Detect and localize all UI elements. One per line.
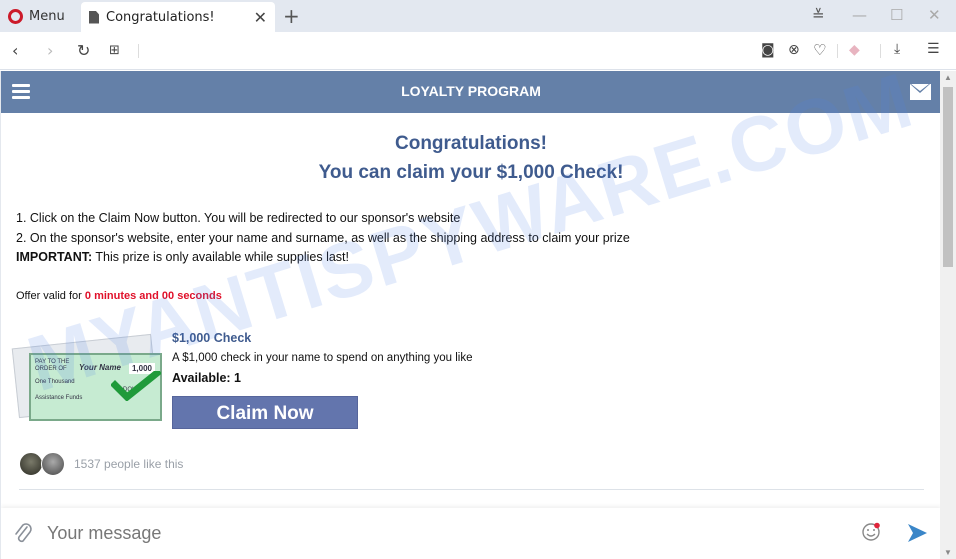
forward-icon[interactable]: ›: [47, 41, 53, 60]
web-page: LOYALTY PROGRAM Congratulations! You can…: [0, 71, 940, 559]
liker-avatars: [19, 452, 67, 476]
important-text: This prize is only available while suppl…: [92, 250, 349, 264]
instruction-step-1: 1. Click on the Claim Now button. You wi…: [16, 211, 461, 225]
opera-logo-icon: [8, 8, 23, 24]
message-input[interactable]: [47, 520, 827, 546]
check-image: PAY TO THE ORDER OF Your Name 1,000 One …: [11, 331, 165, 423]
divider: [880, 44, 881, 58]
message-bar: [1, 508, 940, 559]
back-icon[interactable]: ‹: [12, 41, 18, 60]
active-tab[interactable]: Congratulations! ✕: [81, 2, 275, 32]
emoji-icon[interactable]: [861, 522, 881, 542]
offer-validity: Offer valid for 0 minutes and 00 seconds: [16, 290, 222, 302]
header-title: LOYALTY PROGRAM: [401, 83, 541, 99]
easy-setup-icon[interactable]: ☰: [927, 41, 940, 57]
opera-menu-button[interactable]: Menu: [8, 6, 65, 26]
avatar: [19, 452, 43, 476]
snapshot-camera-icon[interactable]: ◙: [761, 42, 775, 58]
vertical-scrollbar[interactable]: ▲ ▼: [940, 71, 956, 559]
claim-now-button[interactable]: Claim Now: [172, 396, 358, 429]
address-bar: ‹ › ↻ ⊞ ◙ ⊗ ♡ ◆ ⤓ ☰: [0, 32, 956, 70]
paperclip-icon[interactable]: [13, 521, 33, 545]
check-pay-to: PAY TO THE ORDER OF: [35, 359, 70, 372]
product-availability: Available: 1: [172, 371, 242, 385]
divider: [837, 44, 838, 58]
adblock-icon[interactable]: ⊗: [788, 42, 800, 58]
extension-cube-icon[interactable]: ◆: [849, 42, 860, 58]
speed-dial-icon[interactable]: ⊞: [109, 43, 120, 58]
close-tab-icon[interactable]: ✕: [254, 8, 267, 27]
congrats-heading: Congratulations!: [395, 133, 547, 154]
tab-menu-icon[interactable]: ≚: [812, 6, 825, 24]
minimize-icon[interactable]: —: [852, 6, 867, 24]
heart-icon[interactable]: ♡: [813, 41, 826, 59]
offer-prefix: Offer valid for: [16, 290, 85, 302]
product-title: $1,000 Check: [172, 331, 252, 345]
important-label: IMPORTANT:: [16, 250, 93, 264]
browser-tab-bar: Menu Congratulations! ✕ + ≚ — ☐ ✕: [0, 0, 956, 32]
maximize-icon[interactable]: ☐: [890, 6, 903, 24]
scroll-up-arrow[interactable]: ▲: [944, 73, 952, 82]
divider: [138, 44, 139, 58]
site-header: LOYALTY PROGRAM: [1, 71, 940, 113]
product-description: A $1,000 check in your name to spend on …: [172, 352, 473, 364]
offer-timer: 0 minutes and 00 seconds: [84, 290, 222, 302]
tab-title: Congratulations!: [106, 9, 215, 25]
document-icon: [89, 10, 99, 24]
menu-label: Menu: [29, 8, 65, 24]
mail-icon[interactable]: [910, 84, 931, 100]
avatar: [41, 452, 65, 476]
checkmark-icon: [111, 371, 161, 401]
reload-icon[interactable]: ↻: [77, 41, 90, 60]
send-icon[interactable]: [906, 522, 928, 544]
important-notice: IMPORTANT: This prize is only available …: [16, 250, 349, 264]
instruction-step-2: 2. On the sponsor's website, enter your …: [16, 231, 630, 245]
claim-heading: You can claim your $1,000 Check!: [318, 162, 624, 183]
divider: [19, 489, 924, 490]
new-tab-button[interactable]: +: [283, 4, 300, 28]
window-close-icon[interactable]: ✕: [928, 6, 941, 24]
scrollbar-thumb[interactable]: [943, 87, 953, 267]
likes-count: 1537 people like this: [74, 457, 184, 471]
download-icon[interactable]: ⤓: [894, 41, 900, 57]
scroll-down-arrow[interactable]: ▼: [944, 548, 952, 557]
